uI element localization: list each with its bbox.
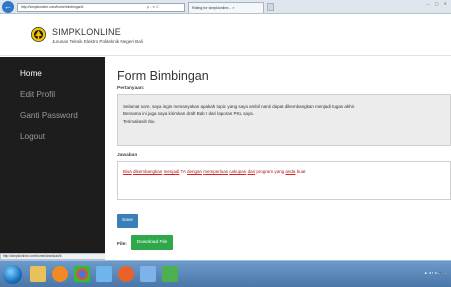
window-controls[interactable]: — ▢ ✕ [426,1,449,6]
media-player-icon[interactable] [52,266,68,282]
answer-word: dari [247,169,256,174]
question-textarea[interactable]: Selamat sore, saya ingin menanyakan apak… [117,94,451,146]
sidebar-item-logout[interactable]: Logout [20,132,45,141]
sidebar: Home Edit Profil Ganti Password Logout h… [0,57,108,260]
site-subtitle: Jurusan Teknik Elektro Politeknik Negeri… [52,39,143,44]
page-title: Form Bimbingan [117,69,209,83]
address-bar-tools[interactable]: ρ - ✕ C [147,3,159,11]
site-title[interactable]: SIMPKLONLINE [52,27,121,37]
main-content: Form Bimbingan Pertanyaan: Selamat sore,… [105,57,451,260]
system-tray[interactable]: ▲ ◂ ▪ ◂ 🔈 ... [424,270,447,275]
sidebar-item-ganti-password[interactable]: Ganti Password [20,111,78,120]
save-button[interactable]: Save [117,214,138,228]
question-line: Bersama ini juga saya kirimkan draft Bab… [123,111,254,117]
answer-word: yang [274,169,285,174]
back-arrow-icon[interactable]: ← [2,1,14,13]
answer-word: cakupan [229,169,247,174]
question-label: Pertanyaan: [117,86,145,91]
answer-word: TA [180,169,186,174]
question-line: Terimakasih Ibu [123,118,155,124]
address-bar[interactable]: http://simpklonline.com/home/bimbingan3 [17,3,185,12]
answer-word: dengan [186,169,202,174]
file-label: File: [117,242,127,247]
answer-textarea[interactable]: Bisa dikembangkan menjadi TA dengan memp… [117,161,451,200]
chrome-icon[interactable] [74,266,90,282]
status-bar-url: http://simpklonline.com/home/download/6 [0,253,108,260]
browser-toolbar: ← http://simpklonline.com/home/bimbingan… [0,0,451,14]
answer-label: Jawaban [117,153,138,158]
site-logo-icon [31,27,46,42]
file-explorer-icon[interactable] [30,266,46,282]
new-tab-button[interactable] [267,3,274,11]
answer-word: buat [296,169,306,174]
download-file-button[interactable]: Download File [131,235,173,250]
browser-icon[interactable] [118,266,134,282]
sidebar-item-edit-profil[interactable]: Edit Profil [20,90,55,99]
browser-tab[interactable]: Rating for simpklonline... × [188,2,264,13]
start-orb[interactable] [3,265,22,284]
answer-word: menjadi [163,169,180,174]
answer-word: dikembangkan [133,169,163,174]
answer-word: Bisa [123,169,132,174]
folder-icon[interactable] [140,266,156,282]
paint-icon[interactable] [96,266,112,282]
answer-word: anda [285,169,296,174]
question-line: Selamat sore, saya ingin menanyakan apak… [123,104,356,109]
sidebar-item-home[interactable]: Home [20,69,42,78]
answer-word: memperluas [203,169,229,174]
app-icon[interactable] [162,266,178,282]
taskbar: ▲ ◂ ▪ ◂ 🔈 ... [0,260,451,287]
answer-word: program [256,169,274,174]
